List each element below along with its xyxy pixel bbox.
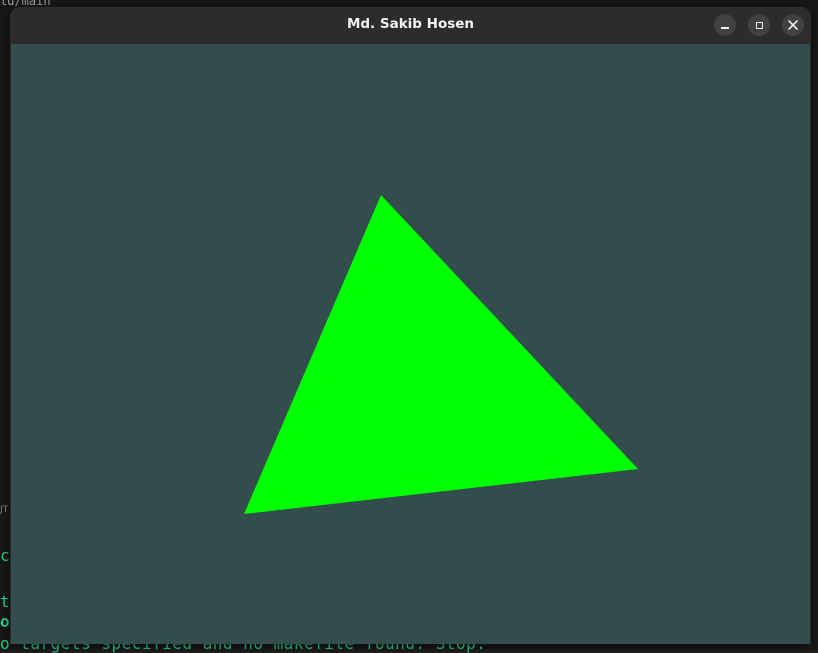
- maximize-button[interactable]: [748, 14, 770, 36]
- terminal-panel-label: JT: [0, 505, 9, 515]
- minimize-button[interactable]: [714, 14, 736, 36]
- green-triangle: [244, 195, 638, 514]
- terminal-line: t: [0, 592, 11, 611]
- maximize-icon: [755, 21, 763, 29]
- window-titlebar[interactable]: Md. Sakib Hosen: [10, 7, 811, 45]
- window-title: Md. Sakib Hosen: [346, 16, 475, 32]
- render-canvas[interactable]: [11, 44, 810, 644]
- close-icon: [788, 20, 798, 30]
- terminal-line: o: [0, 612, 11, 631]
- canvas-drawing: [244, 195, 638, 514]
- minimize-icon: [721, 27, 729, 29]
- close-button[interactable]: [782, 14, 804, 36]
- app-window: Md. Sakib Hosen: [10, 7, 811, 644]
